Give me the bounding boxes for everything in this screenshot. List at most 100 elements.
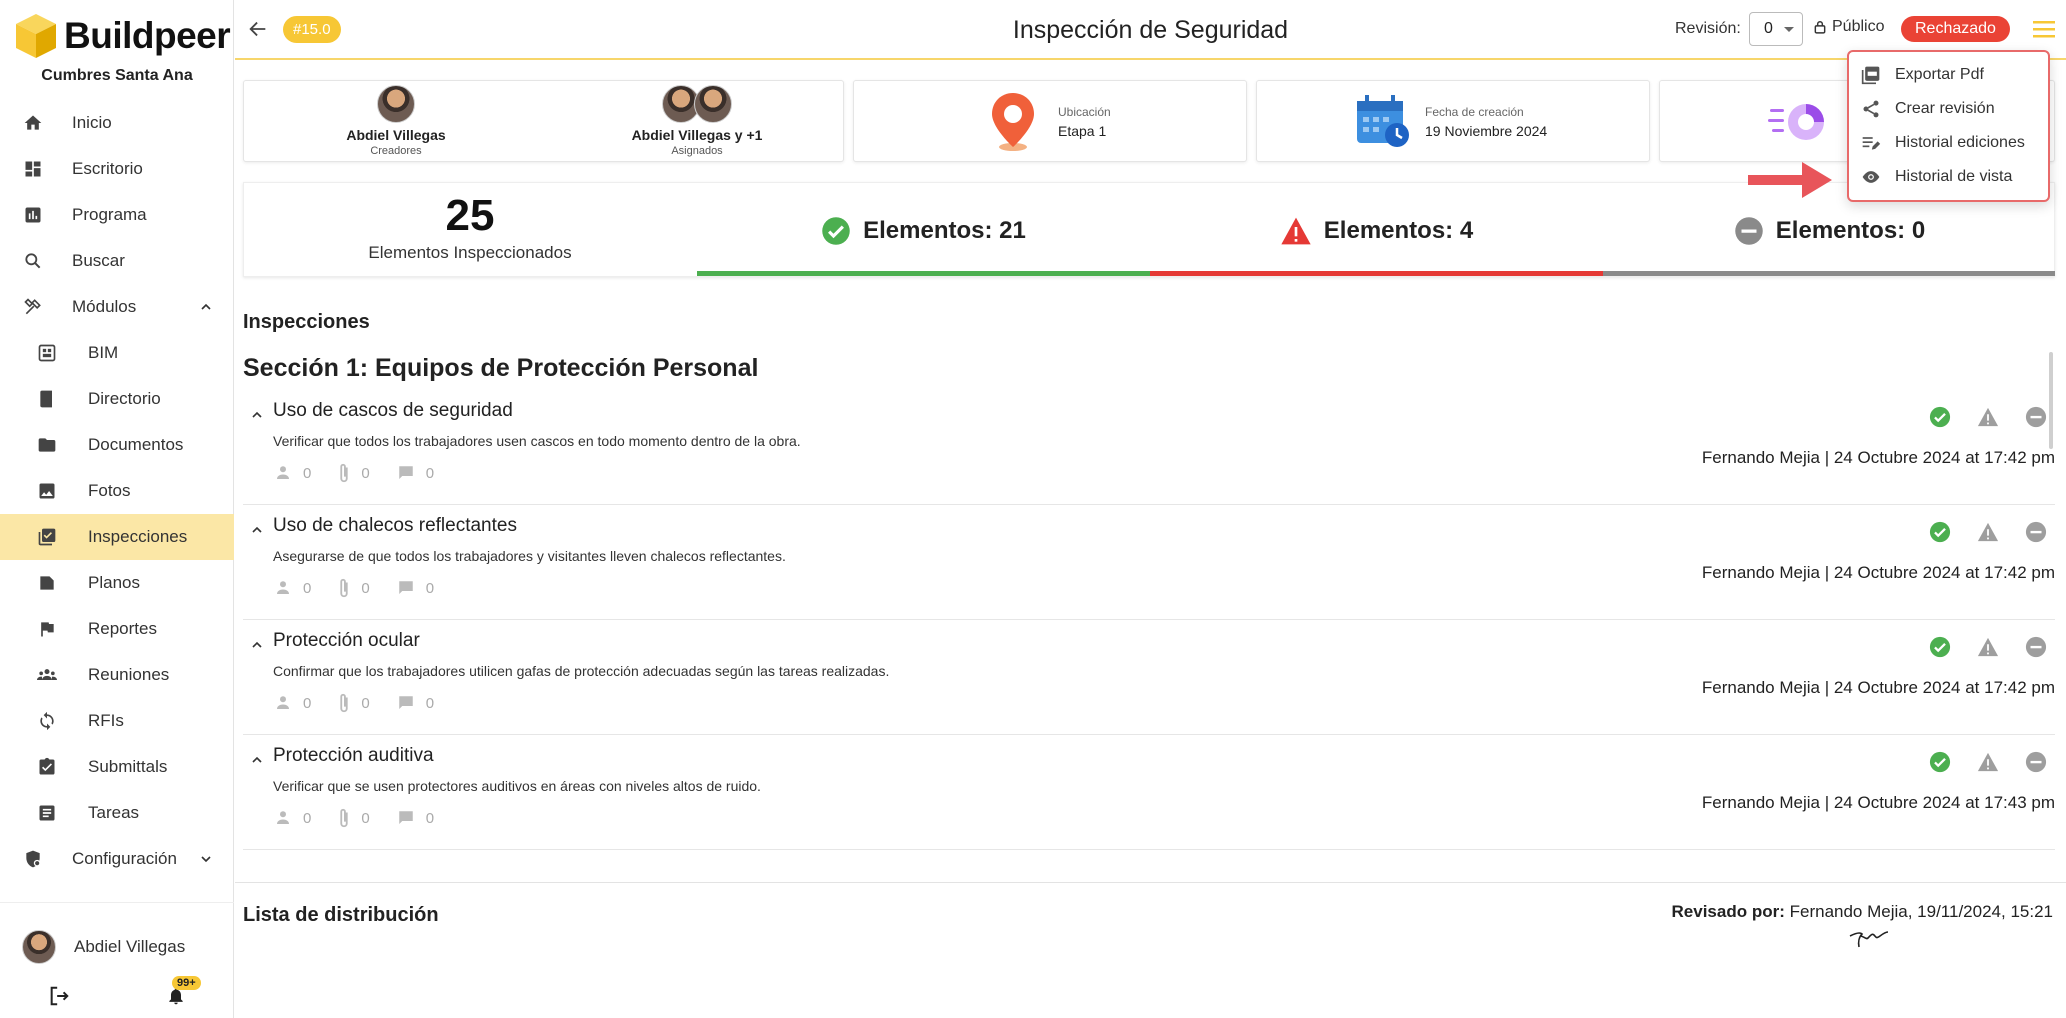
- sidebar-item-documentos[interactable]: Documentos: [0, 422, 234, 468]
- pdf-icon: [1861, 66, 1880, 85]
- logout-icon[interactable]: [48, 985, 70, 1007]
- sidebar-item-configuracion[interactable]: Configuración: [0, 836, 234, 882]
- chevron-up-icon[interactable]: [249, 637, 265, 653]
- sidebar-item-label: Reportes: [88, 619, 157, 638]
- pointer-arrow-icon: [1748, 162, 1832, 198]
- comment-icon: [398, 811, 413, 824]
- avatar: [377, 85, 415, 123]
- sidebar-item-programa[interactable]: Programa: [0, 192, 234, 238]
- chevron-down-icon[interactable]: [198, 851, 214, 867]
- logo[interactable]: Buildpeer: [14, 12, 231, 60]
- warning-icon[interactable]: [1977, 751, 1999, 773]
- book-icon: [36, 388, 58, 410]
- stat-warn[interactable]: Elementos: 4: [1150, 183, 1603, 278]
- paperclip-icon: [340, 693, 349, 713]
- item-meta: 0 0 0: [273, 462, 460, 484]
- assignees-count[interactable]: 0: [273, 464, 311, 482]
- sidebar-item-inspecciones[interactable]: Inspecciones: [0, 514, 234, 560]
- na-progress-bar: [1603, 271, 2055, 276]
- chevron-up-icon[interactable]: [249, 752, 265, 768]
- clipboard-check-icon: [36, 756, 58, 778]
- item-author: Fernando Mejia | 24 Octubre 2024 at 17:4…: [1701, 678, 2055, 697]
- check-circle-icon[interactable]: [1929, 751, 1951, 773]
- paperclip-icon: [340, 578, 349, 598]
- comments-count[interactable]: 0: [396, 809, 434, 827]
- sidebar-item-fotos[interactable]: Fotos: [0, 468, 234, 514]
- minus-circle-icon[interactable]: [2025, 751, 2047, 773]
- stat-ok[interactable]: Elementos: 21: [697, 183, 1150, 278]
- chart-icon: [22, 204, 44, 226]
- warning-icon[interactable]: [1977, 636, 1999, 658]
- comments-count[interactable]: 0: [396, 579, 434, 597]
- comment-icon: [398, 466, 413, 479]
- sidebar-item-rfis[interactable]: RFIs: [0, 698, 234, 744]
- check-circle-icon[interactable]: [1929, 636, 1951, 658]
- warning-icon: [1281, 217, 1311, 244]
- user-profile[interactable]: Abdiel Villegas: [0, 902, 234, 964]
- stat-warn-label: Elementos: 4: [1323, 216, 1474, 244]
- sidebar-item-label: Programa: [72, 205, 147, 224]
- item-description: Verificar que se usen protectores auditi…: [273, 778, 761, 794]
- check-circle-icon[interactable]: [1929, 521, 1951, 543]
- attachments-value: 0: [361, 579, 370, 597]
- stat-total[interactable]: 25 Elementos Inspeccionados: [244, 183, 696, 278]
- location-value: Etapa 1: [1058, 123, 1107, 139]
- paperclip-icon: [340, 463, 349, 483]
- task-icon: [36, 802, 58, 824]
- sidebar-item-modulos[interactable]: Módulos: [0, 284, 234, 330]
- revision-select[interactable]: 0: [1749, 12, 1803, 46]
- sidebar-item-label: BIM: [88, 343, 119, 362]
- attachments-count[interactable]: 0: [337, 807, 370, 829]
- sidebar-item-label: Configuración: [72, 849, 177, 868]
- sidebar-item-planos[interactable]: Planos: [0, 560, 234, 606]
- sidebar-item-bim[interactable]: BIM: [0, 330, 234, 376]
- assignees[interactable]: Abdiel Villegas y +1 Asignados: [577, 81, 817, 157]
- menu-icon[interactable]: [2033, 20, 2055, 38]
- sidebar-item-reuniones[interactable]: Reuniones: [0, 652, 234, 698]
- dashboard-icon: [22, 158, 44, 180]
- sidebar-item-directorio[interactable]: Directorio: [0, 376, 234, 422]
- date-label: Fecha de creación: [1425, 105, 1524, 119]
- stat-na-label: Elementos: 0: [1775, 216, 1926, 244]
- sidebar-item-buscar[interactable]: Buscar: [0, 238, 234, 284]
- user-name: Abdiel Villegas: [74, 936, 186, 956]
- sidebar-item-inicio[interactable]: Inicio: [0, 100, 234, 146]
- visibility-toggle[interactable]: Público: [1813, 18, 1884, 36]
- minus-circle-icon[interactable]: [2025, 521, 2047, 543]
- attachments-count[interactable]: 0: [337, 692, 370, 714]
- warning-icon[interactable]: [1977, 521, 1999, 543]
- chevron-up-icon[interactable]: [249, 407, 265, 423]
- warning-icon[interactable]: [1977, 406, 1999, 428]
- attachments-count[interactable]: 0: [337, 577, 370, 599]
- assignees-count[interactable]: 0: [273, 809, 311, 827]
- attachments-count[interactable]: 0: [337, 462, 370, 484]
- comments-count[interactable]: 0: [396, 694, 434, 712]
- section-title: Sección 1: Equipos de Protección Persona…: [243, 354, 759, 382]
- menu-item-view-history[interactable]: Historial de vista: [1849, 160, 2048, 194]
- search-icon: [22, 250, 44, 272]
- flag-icon: [36, 618, 58, 640]
- creators[interactable]: Abdiel Villegas Creadores: [276, 81, 516, 157]
- share-icon: [1863, 100, 1879, 118]
- sidebar-item-tareas[interactable]: Tareas: [0, 790, 234, 836]
- list-scrollbar[interactable]: [2049, 352, 2053, 449]
- assignees-count[interactable]: 0: [273, 579, 311, 597]
- minus-circle-icon[interactable]: [2025, 636, 2047, 658]
- sidebar-item-escritorio[interactable]: Escritorio: [0, 146, 234, 192]
- comments-count[interactable]: 0: [396, 464, 434, 482]
- sidebar-item-reportes[interactable]: Reportes: [0, 606, 234, 652]
- sidebar-item-submittals[interactable]: Submittals: [0, 744, 234, 790]
- menu-item-create-revision[interactable]: Crear revisión: [1849, 92, 2048, 126]
- minus-circle-icon[interactable]: [2025, 406, 2047, 428]
- item-meta: 0 0 0: [273, 807, 460, 829]
- chevron-up-icon[interactable]: [249, 522, 265, 538]
- divider: [235, 882, 2066, 883]
- sidebar-item-label: Reuniones: [88, 665, 170, 684]
- menu-item-export-pdf[interactable]: Exportar Pdf: [1849, 58, 2048, 92]
- assignees-count[interactable]: 0: [273, 694, 311, 712]
- item-description: Verificar que todos los trabajadores use…: [273, 433, 801, 449]
- menu-item-edit-history[interactable]: Historial ediciones: [1849, 126, 2048, 160]
- check-circle-icon[interactable]: [1929, 406, 1951, 428]
- item-actions: [1903, 521, 2047, 543]
- chevron-up-icon[interactable]: [198, 299, 214, 315]
